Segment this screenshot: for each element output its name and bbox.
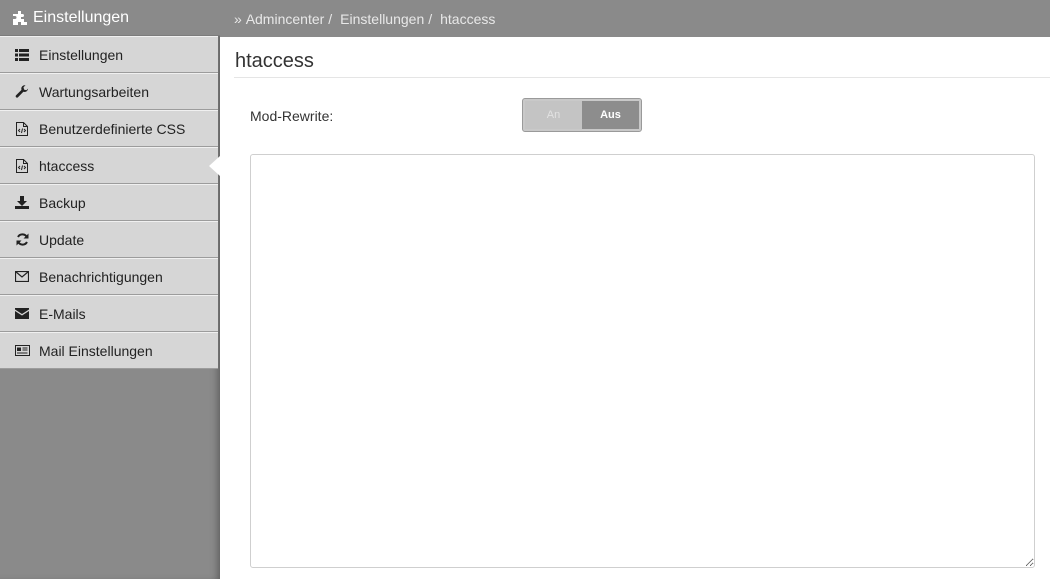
sidebar: Einstellungen Einstellungen Wartungsarbe… <box>0 0 220 579</box>
download-icon <box>14 195 30 211</box>
mod-rewrite-label: Mod-Rewrite: <box>250 108 334 124</box>
breadcrumb-htaccess: htaccess <box>440 10 496 27</box>
sidebar-item-label: Backup <box>39 194 86 211</box>
sidebar-menu: Einstellungen Wartungsarbeiten Benutzerd… <box>0 36 220 369</box>
sidebar-header: Einstellungen <box>0 0 220 36</box>
sidebar-item-benutzerdefinierte-css[interactable]: Benutzerdefinierte CSS <box>0 110 218 147</box>
sidebar-item-update[interactable]: Update <box>0 221 218 258</box>
newspaper-icon <box>14 343 30 359</box>
breadcrumb-prefix: » <box>234 10 242 27</box>
refresh-icon <box>14 232 30 248</box>
sidebar-item-label: Einstellungen <box>39 46 124 63</box>
sidebar-item-label: E-Mails <box>39 305 86 322</box>
sidebar-item-mail-einstellungen[interactable]: Mail Einstellungen <box>0 332 218 369</box>
toggle-option-an[interactable]: An <box>525 101 582 129</box>
page-title: htaccess <box>235 50 314 72</box>
envelope-outline-icon <box>14 269 30 285</box>
breadcrumb-einstellungen[interactable]: Einstellungen <box>340 11 424 27</box>
envelope-icon <box>14 306 30 322</box>
breadcrumb-admincenter[interactable]: Admincenter <box>246 11 325 27</box>
sidebar-item-backup[interactable]: Backup <box>0 184 218 221</box>
sidebar-item-label: htaccess <box>39 157 95 174</box>
breadcrumb-separator: / <box>428 10 433 27</box>
sidebar-item-e-mails[interactable]: E-Mails <box>0 295 218 332</box>
wrench-icon <box>14 84 30 100</box>
toggle-option-aus[interactable]: Aus <box>582 101 639 129</box>
breadcrumb: » Admincenter / Einstellungen / htaccess <box>220 0 1050 37</box>
sidebar-item-label: Update <box>39 231 85 248</box>
code-file-icon <box>14 158 30 174</box>
breadcrumb-separator: / <box>328 10 333 27</box>
puzzle-icon <box>12 10 28 26</box>
list-icon <box>14 47 30 63</box>
htaccess-editor[interactable] <box>250 154 1035 568</box>
sidebar-item-label: Benachrichtigungen <box>39 268 163 285</box>
title-divider <box>234 77 1050 78</box>
code-file-icon <box>14 121 30 137</box>
mod-rewrite-toggle[interactable]: An Aus <box>522 98 642 132</box>
main-content: htaccess Mod-Rewrite: An Aus <box>220 37 1050 579</box>
sidebar-item-benachrichtigungen[interactable]: Benachrichtigungen <box>0 258 218 295</box>
sidebar-item-label: Benutzerdefinierte CSS <box>39 120 186 137</box>
sidebar-item-wartungsarbeiten[interactable]: Wartungsarbeiten <box>0 73 218 110</box>
sidebar-item-htaccess[interactable]: htaccess <box>0 147 218 184</box>
sidebar-item-label: Wartungsarbeiten <box>39 83 149 100</box>
sidebar-title: Einstellungen <box>33 8 130 26</box>
sidebar-item-einstellungen[interactable]: Einstellungen <box>0 36 218 73</box>
sidebar-item-label: Mail Einstellungen <box>39 342 153 359</box>
